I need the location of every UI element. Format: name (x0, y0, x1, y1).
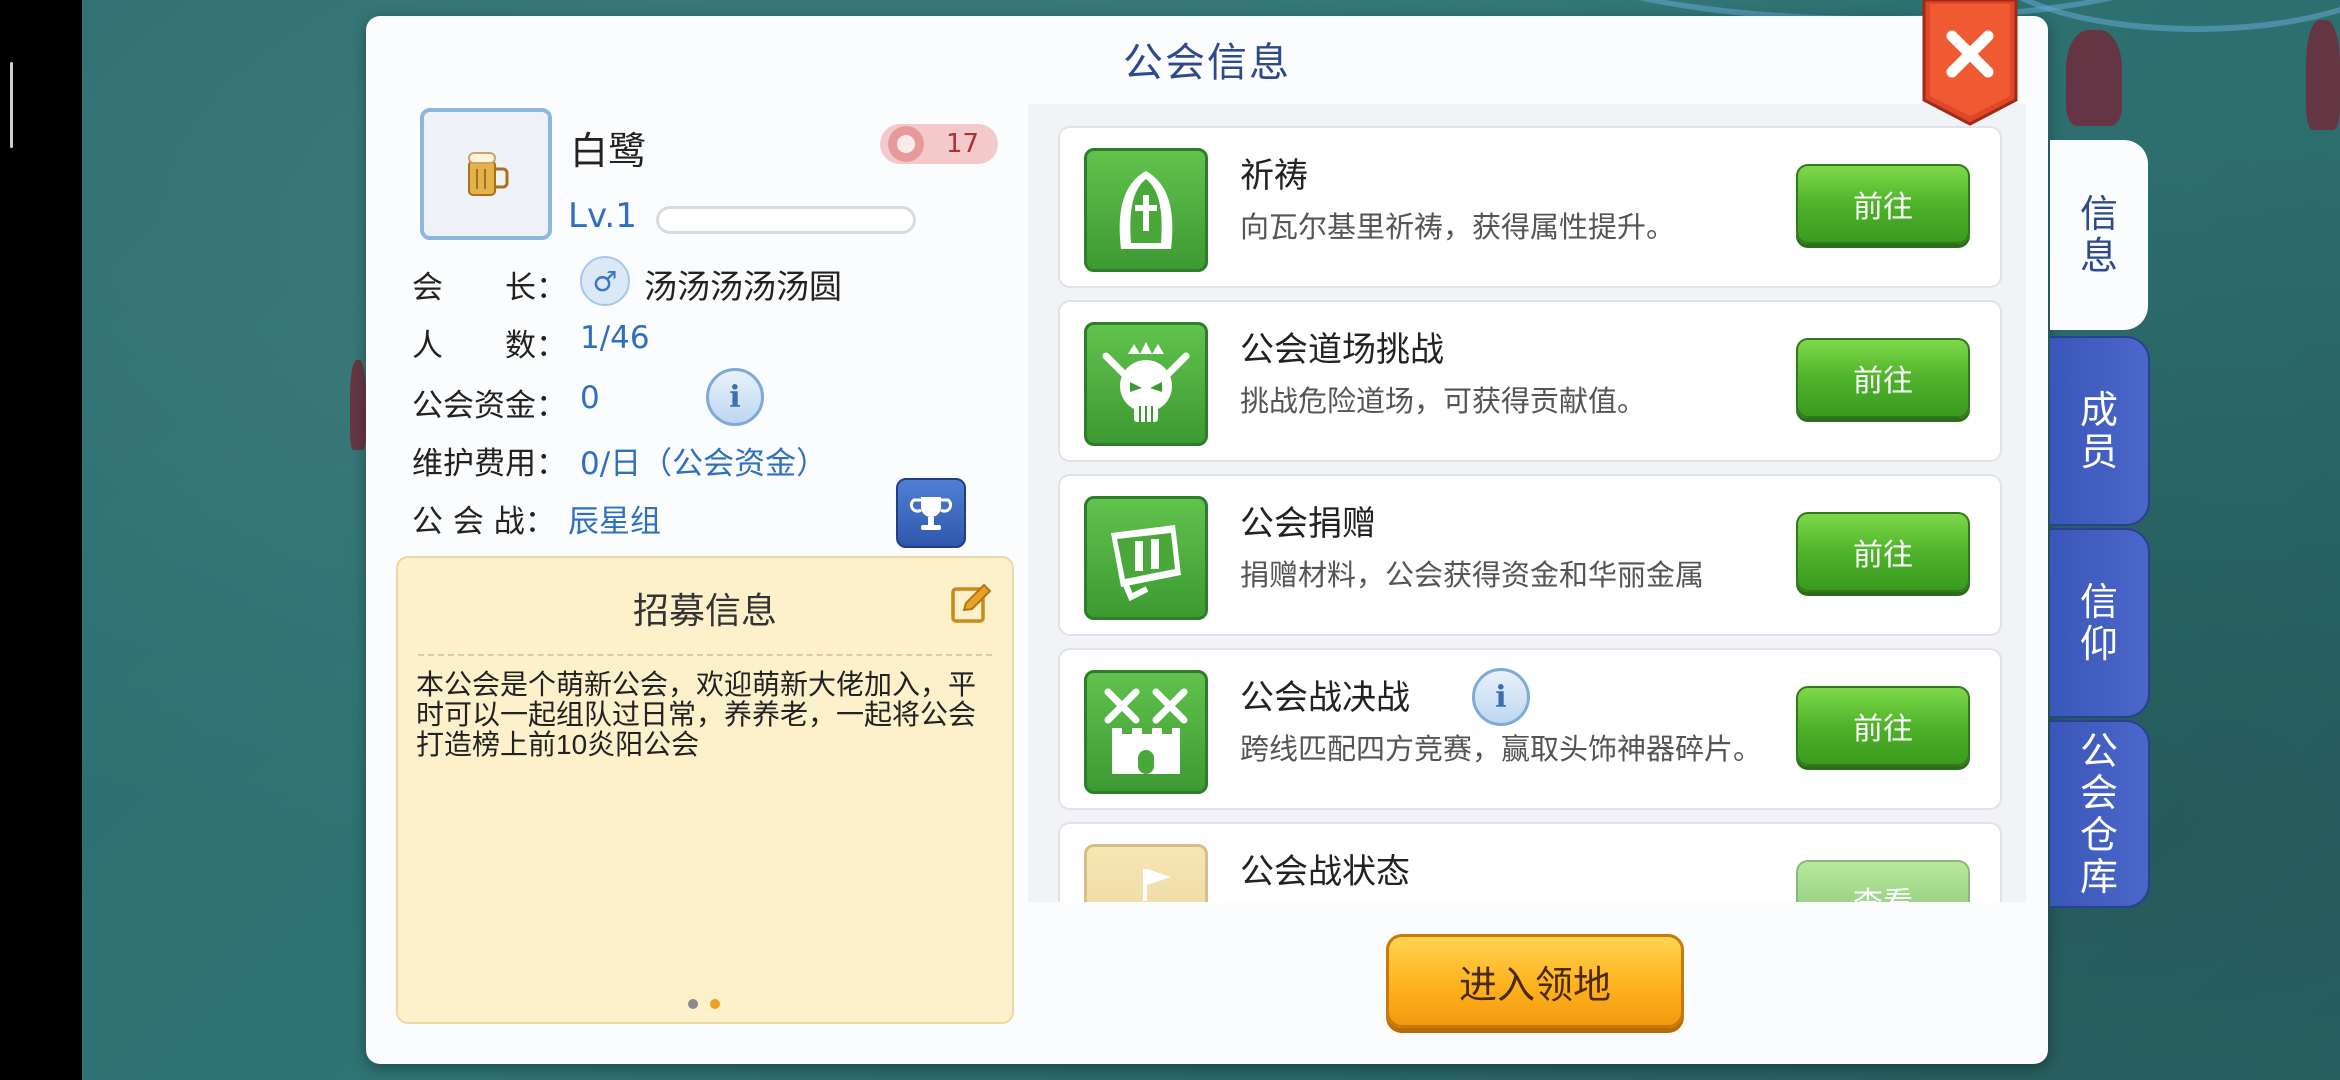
go-button-donation[interactable]: 前往 (1796, 512, 1970, 592)
edit-icon[interactable] (950, 582, 992, 624)
tab-faith[interactable]: 信仰 (2050, 528, 2150, 718)
enter-territory-button[interactable]: 进入领地 (1386, 934, 1684, 1028)
castle-flag-icon (1084, 844, 1208, 902)
funds-label: 公会资金： (412, 388, 567, 424)
go-button-guild-war[interactable]: 前往 (1796, 686, 1970, 766)
recruit-text: 本公会是个萌新公会，欢迎萌新大佬加入，平时可以一起组队过日常，养养老，一起将公会… (416, 669, 977, 760)
activity-title: 公会战决战 (1240, 678, 1410, 718)
screen-edge (0, 0, 82, 1080)
page-dot (688, 999, 698, 1009)
activity-desc: 向瓦尔基里祈祷，获得属性提升。 (1240, 210, 1676, 244)
activity-card-dojo: 公会道场挑战 挑战危险道场，可获得贡献值。 前往 (1058, 300, 2002, 462)
leader-label: 会 长： (412, 270, 567, 306)
male-icon: ♂ (580, 256, 630, 306)
activity-card-prayer: 祈祷 向瓦尔基里祈祷，获得属性提升。 前往 (1058, 126, 2002, 288)
castle-battle-icon (1084, 670, 1208, 794)
rank-icon (888, 126, 924, 162)
members-label: 人 数： (412, 328, 567, 364)
demon-skull-icon (1084, 322, 1208, 446)
guild-war-info-icon[interactable]: i (1472, 668, 1530, 726)
upkeep-label: 维护费用： (412, 446, 567, 482)
recruit-info-box: 招募信息 本公会是个萌新公会，欢迎萌新大佬加入，平时可以一起组队过日常，养养老，… (396, 556, 1014, 1024)
guild-level: Lv.1 (568, 196, 637, 236)
go-button-dojo[interactable]: 前往 (1796, 338, 1970, 418)
funds-value: 0 (580, 380, 600, 416)
activity-card-donation: 公会捐赠 捐赠材料，公会获得资金和华丽金属 前往 (1058, 474, 2002, 636)
view-button-guild-war-status[interactable]: 查看 (1796, 860, 1970, 902)
tab-members[interactable]: 成员 (2050, 336, 2150, 526)
guild-war-label: 公 会 战： (412, 504, 556, 540)
activity-desc: 捐赠材料，公会获得资金和华丽金属 (1240, 558, 1705, 592)
tab-info-label: 信息 (2079, 192, 2118, 278)
edge-handle (10, 62, 13, 148)
panel-title: 公会信息 (1123, 40, 1291, 86)
go-button-prayer[interactable]: 前往 (1796, 164, 1970, 244)
trophy-icon (909, 497, 953, 530)
guild-rank-badge: 17 (880, 124, 998, 164)
background-monster (2306, 20, 2340, 130)
activity-card-guild-war: 公会战决战 i 跨线匹配四方竞赛，赢取头饰神器碎片。 前往 (1058, 648, 2002, 810)
level-progress-bar (656, 206, 916, 234)
funds-info-icon[interactable]: i (706, 368, 764, 426)
upkeep-value: 0/日（公会资金） (580, 446, 828, 482)
activity-desc: 跨线匹配四方竞赛，赢取头饰神器碎片。 (1240, 732, 1763, 766)
background-monster (350, 360, 366, 450)
tab-warehouse-label: 公会仓库 (2079, 729, 2118, 899)
beer-mug-icon (468, 152, 509, 196)
tab-info[interactable]: 信息 (2050, 140, 2148, 330)
guild-war-group: 辰星组 (568, 504, 661, 540)
activity-title: 公会战状态 (1240, 852, 1410, 892)
page-dot-active (710, 999, 720, 1009)
members-count: 1/46 (580, 320, 650, 356)
recruit-title: 招募信息 (632, 591, 777, 632)
tab-warehouse[interactable]: 公会仓库 (2050, 720, 2150, 908)
activity-title: 公会道场挑战 (1240, 330, 1444, 370)
guild-name: 白鹭 (570, 129, 647, 173)
activity-desc: 挑战危险道场，可获得贡献值。 (1240, 384, 1647, 418)
rank-number: 17 (946, 129, 980, 159)
recruit-divider (418, 654, 992, 656)
background-monster (2066, 30, 2122, 126)
tab-members-label: 成员 (2079, 388, 2118, 474)
prayer-icon (1084, 148, 1208, 272)
tab-faith-label: 信仰 (2079, 580, 2118, 666)
activity-title: 公会捐赠 (1240, 504, 1376, 544)
guild-war-trophy-button[interactable] (896, 478, 966, 548)
activity-list[interactable]: 祈祷 向瓦尔基里祈祷，获得属性提升。 前往 公会道场挑战 挑战危险道场，可获得贡… (1028, 104, 2026, 902)
close-button[interactable] (1920, 0, 2020, 126)
activity-card-guild-war-status: 公会战状态 查看 (1058, 822, 2002, 902)
page-indicator (688, 994, 732, 1013)
donation-icon (1084, 496, 1208, 620)
activity-title: 祈祷 (1240, 156, 1308, 196)
close-icon (1922, 0, 2018, 126)
guild-emblem[interactable] (420, 108, 552, 240)
leader-name[interactable]: 汤汤汤汤汤圆 (644, 260, 842, 308)
